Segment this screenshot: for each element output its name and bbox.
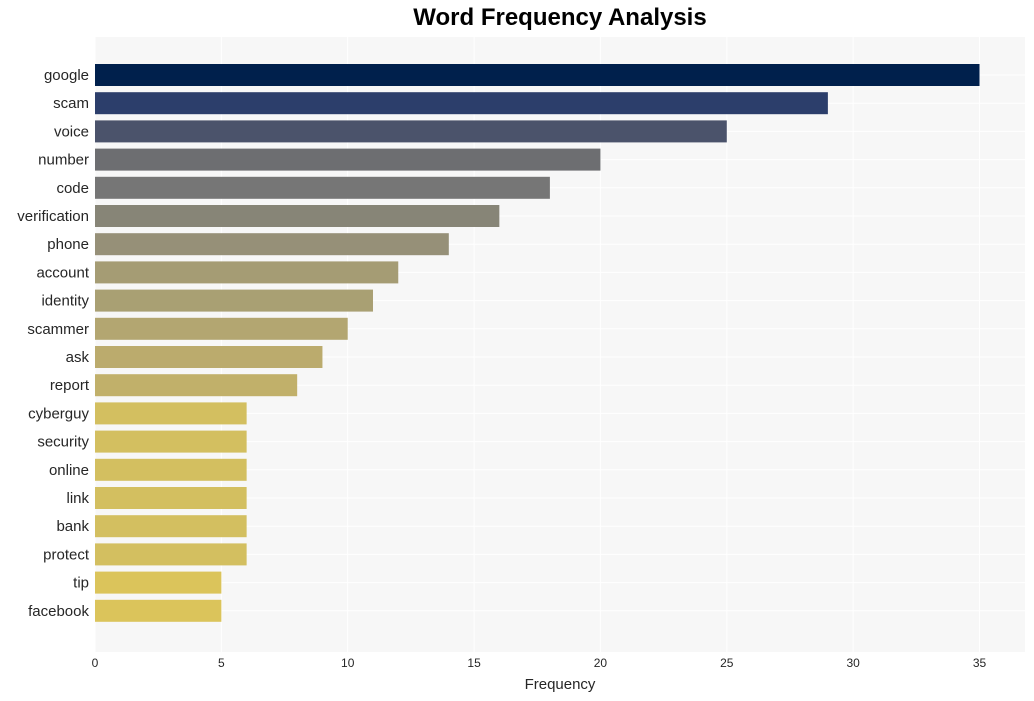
x-tick-label: 35: [973, 656, 987, 670]
bar-cyberguy: [95, 402, 247, 425]
bar-identity: [95, 289, 373, 312]
bar-code: [95, 176, 550, 199]
bar-chart: google scam voice number code verification pho…: [17, 37, 1025, 693]
x-tick-label: 30: [846, 656, 860, 670]
bar-online: [95, 458, 247, 481]
bar-scammer: [95, 317, 348, 340]
x-tick-label: 15: [467, 656, 481, 670]
y-tick-label: account: [36, 264, 89, 281]
x-tick-label: 10: [341, 656, 355, 670]
bar-ask: [95, 346, 323, 368]
bar-account: [95, 261, 399, 284]
bar-google: [95, 64, 980, 86]
x-tick-label: 25: [720, 656, 734, 670]
bar-bank: [95, 515, 247, 538]
y-tick-label: facebook: [28, 603, 89, 620]
y-tick-label: verification: [17, 208, 89, 225]
x-tick-labels: 0 5 10 15 20 25 30 35: [92, 656, 987, 670]
y-tick-label: scam: [53, 95, 89, 112]
bar-link: [95, 487, 247, 509]
bar-scam: [95, 92, 828, 115]
y-tick-label: protect: [43, 546, 90, 563]
y-tick-label: cyberguy: [28, 405, 89, 422]
y-tick-label: report: [50, 377, 90, 394]
x-tick-label: 5: [218, 656, 225, 670]
bar-voice: [95, 120, 727, 143]
y-tick-label: link: [66, 490, 89, 507]
y-tick-labels: google scam voice number code verification pho…: [17, 67, 90, 620]
bar-facebook: [95, 599, 222, 622]
y-tick-label: ask: [66, 349, 90, 366]
y-tick-label: identity: [41, 293, 89, 310]
x-tick-label: 0: [92, 656, 99, 670]
y-tick-label: bank: [56, 518, 89, 535]
y-tick-label: code: [56, 180, 89, 197]
y-tick-label: security: [37, 434, 89, 451]
bar-number: [95, 148, 601, 171]
y-tick-label: online: [49, 462, 89, 479]
y-tick-label: phone: [47, 236, 89, 253]
y-tick-label: voice: [54, 123, 89, 140]
bar-verification: [95, 205, 500, 227]
x-axis-label: Frequency: [525, 676, 596, 693]
y-tick-label: tip: [73, 575, 89, 592]
bar-report: [95, 374, 298, 397]
x-tick-label: 20: [594, 656, 608, 670]
y-tick-label: google: [44, 67, 89, 84]
y-tick-label: number: [38, 152, 89, 169]
bar-protect: [95, 543, 247, 566]
bar-security: [95, 430, 247, 453]
bar-phone: [95, 233, 449, 256]
bar-tip: [95, 571, 222, 594]
y-tick-label: scammer: [27, 321, 89, 338]
